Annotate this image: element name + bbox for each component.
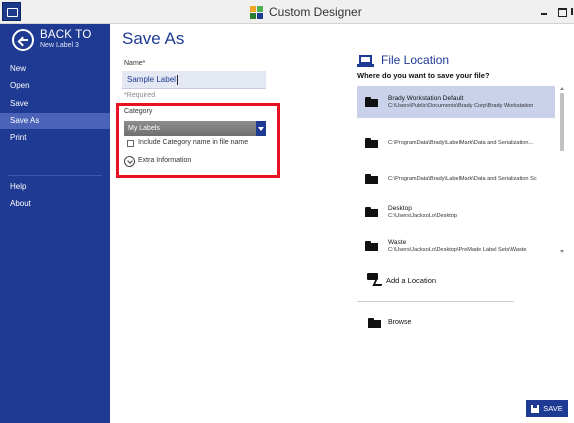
include-category-checkbox[interactable] bbox=[127, 140, 134, 147]
sidebar-item-save-as[interactable]: Save As bbox=[0, 113, 110, 129]
location-name: Brady Workstation Default bbox=[388, 95, 464, 102]
location-path: C:\Users\Public\Documents\Brady Corp\Bra… bbox=[388, 103, 534, 109]
location-item[interactable]: C:\ProgramData\Brady\LabelMark\Data and … bbox=[357, 127, 555, 159]
name-input[interactable]: Sample Label bbox=[122, 71, 266, 89]
sidebar-item-open[interactable]: Open bbox=[0, 78, 110, 94]
sidebar: BACK TO New Label 3 New Open Save Save A… bbox=[0, 24, 110, 423]
monitor-icon bbox=[357, 55, 374, 67]
save-disk-icon bbox=[531, 404, 540, 413]
location-item[interactable]: Brady Workstation Default C:\Users\Publi… bbox=[357, 86, 555, 118]
location-path: C:\Users\JacksoLo\Desktop bbox=[388, 213, 458, 219]
folder-icon bbox=[365, 138, 378, 148]
scroll-down-icon[interactable] bbox=[560, 250, 564, 253]
window-title: Custom Designer bbox=[269, 5, 362, 19]
save-button-label: SAVE bbox=[543, 404, 563, 413]
text-caret bbox=[176, 74, 178, 85]
scroll-thumb[interactable] bbox=[560, 93, 564, 151]
divider bbox=[357, 301, 514, 302]
folder-icon bbox=[365, 97, 378, 107]
sidebar-item-print[interactable]: Print bbox=[0, 130, 110, 146]
include-category-label: Include Category name in file name bbox=[138, 139, 249, 146]
sidebar-item-help[interactable]: Help bbox=[0, 179, 110, 195]
folder-icon bbox=[365, 241, 378, 251]
location-name: Desktop bbox=[388, 205, 412, 212]
title-bar: Custom Designer bbox=[0, 0, 574, 24]
close-button[interactable] bbox=[570, 4, 574, 18]
category-select-value: My Labels bbox=[128, 125, 160, 132]
sidebar-item-save[interactable]: Save bbox=[0, 96, 110, 112]
extra-information-toggle[interactable]: Extra Information bbox=[138, 157, 191, 164]
file-location-question: Where do you want to save your file? bbox=[357, 71, 490, 80]
required-note: *Required bbox=[124, 92, 156, 99]
folder-icon bbox=[365, 207, 378, 217]
save-button[interactable]: SAVE bbox=[526, 400, 568, 417]
app-menu-icon[interactable] bbox=[2, 2, 21, 21]
location-path: C:\Users\JacksoLo\Desktop\PreMade Label … bbox=[388, 247, 527, 253]
maximize-button[interactable] bbox=[555, 4, 569, 18]
minimize-button[interactable] bbox=[538, 4, 552, 18]
sidebar-item-new[interactable]: New bbox=[0, 61, 110, 77]
sidebar-divider bbox=[8, 175, 102, 176]
page-title: Save As bbox=[122, 29, 185, 48]
back-sublabel: New Label 3 bbox=[40, 42, 79, 49]
file-location-title: File Location bbox=[381, 53, 450, 67]
category-label: Category bbox=[124, 108, 153, 115]
category-select[interactable]: My Labels bbox=[124, 121, 266, 136]
sidebar-item-about[interactable]: About bbox=[0, 196, 110, 212]
location-name: Waste bbox=[388, 239, 407, 246]
scroll-up-icon[interactable] bbox=[560, 87, 564, 90]
locations-scrollbar[interactable] bbox=[558, 87, 566, 257]
location-path: C:\ProgramData\Brady\LabelMark\Data and … bbox=[388, 140, 534, 146]
add-location-icon[interactable] bbox=[367, 273, 381, 285]
browse-button[interactable]: Browse bbox=[388, 319, 411, 326]
location-item[interactable]: Waste C:\Users\JacksoLo\Desktop\PreMade … bbox=[357, 230, 555, 262]
name-input-value: Sample Label bbox=[127, 74, 176, 84]
name-label: Name* bbox=[124, 60, 146, 67]
back-label: BACK TO bbox=[40, 29, 92, 41]
location-item[interactable]: Desktop C:\Users\JacksoLo\Desktop bbox=[357, 196, 555, 228]
add-location-button[interactable]: Add a Location bbox=[386, 276, 436, 285]
back-button[interactable]: BACK TO New Label 3 bbox=[0, 24, 110, 58]
expand-chevron-icon[interactable] bbox=[124, 156, 135, 167]
custom-designer-logo-icon bbox=[250, 5, 264, 19]
location-item[interactable]: C:\ProgramData\Brady\LabelMark\Data and … bbox=[357, 163, 555, 195]
location-path: C:\ProgramData\Brady\LabelMark\Data and … bbox=[388, 176, 537, 182]
back-arrow-icon bbox=[12, 29, 34, 51]
folder-icon bbox=[365, 174, 378, 184]
chevron-down-icon bbox=[256, 121, 266, 136]
folder-icon[interactable] bbox=[368, 318, 381, 328]
window-title-group: Custom Designer bbox=[250, 3, 362, 21]
